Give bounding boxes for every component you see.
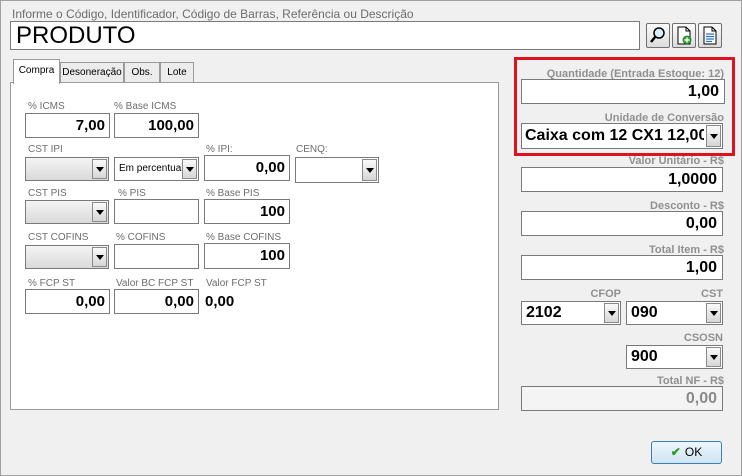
cenq-select[interactable] xyxy=(295,157,379,183)
desconto-input[interactable]: 0,00 xyxy=(521,211,723,236)
chevron-down-icon[interactable] xyxy=(362,159,377,181)
quantidade-input[interactable]: 1,00 xyxy=(521,79,725,104)
total-item-input[interactable]: 1,00 xyxy=(521,255,723,280)
valor-unitario-input[interactable]: 1,0000 xyxy=(521,167,723,192)
ipi-mode-value: Em percentual xyxy=(119,163,184,174)
checkmark-icon: ✔ xyxy=(670,445,681,459)
cofins-input[interactable] xyxy=(114,244,199,269)
valor-fcp-st-value: 0,00 xyxy=(205,293,235,310)
chevron-down-icon[interactable] xyxy=(182,159,197,179)
chevron-down-icon[interactable] xyxy=(706,303,721,323)
cfop-label: CFOP xyxy=(590,288,621,300)
cst-value: 090 xyxy=(631,304,658,321)
chevron-down-icon[interactable] xyxy=(92,247,107,267)
valor-bc-fcp-st-label: Valor BC FCP ST xyxy=(116,278,194,289)
ipi-input[interactable]: 0,00 xyxy=(204,155,290,181)
add-document-icon xyxy=(677,26,692,45)
pis-input[interactable] xyxy=(114,199,199,224)
csosn-value: 900 xyxy=(631,348,658,365)
search-instruction-label: Informe o Código, Identificador, Código … xyxy=(12,7,414,21)
add-product-button[interactable] xyxy=(672,23,696,48)
pis-label: % PIS xyxy=(118,188,146,199)
base-cofins-label: % Base COFINS xyxy=(206,232,282,243)
chevron-down-icon[interactable] xyxy=(706,347,721,367)
unidade-conversao-select[interactable]: Caixa com 12 CX1 12,00 xyxy=(521,123,723,149)
unidade-conversao-value: Caixa com 12 CX1 12,00 xyxy=(525,127,704,144)
cfop-value: 2102 xyxy=(526,304,562,321)
search-icon xyxy=(650,27,665,43)
base-icms-label: % Base ICMS xyxy=(114,101,177,112)
valor-bc-fcp-st-input[interactable]: 0,00 xyxy=(114,289,199,314)
icms-label: % ICMS xyxy=(28,101,65,112)
icms-input[interactable]: 7,00 xyxy=(25,113,110,138)
csosn-label: CSOSN xyxy=(683,332,723,344)
chevron-down-icon[interactable] xyxy=(92,159,107,179)
base-pis-label: % Base PIS xyxy=(206,188,260,199)
csosn-select[interactable]: 900 xyxy=(626,345,723,369)
cofins-label: % COFINS xyxy=(116,232,166,243)
ipi-label: % IPI: xyxy=(206,144,233,155)
cfop-select[interactable]: 2102 xyxy=(521,301,621,325)
base-icms-input[interactable]: 100,00 xyxy=(114,113,199,138)
chevron-down-icon[interactable] xyxy=(706,125,721,147)
product-search-input[interactable]: PRODUTO xyxy=(10,21,640,50)
ipi-mode-select[interactable]: Em percentual xyxy=(114,157,199,181)
base-pis-input[interactable]: 100 xyxy=(204,199,290,224)
cst-label: CST xyxy=(701,288,723,300)
valor-fcp-st-label: Valor FCP ST xyxy=(206,278,267,289)
cst-pis-select[interactable] xyxy=(25,200,109,224)
tab-obs[interactable]: Obs. xyxy=(124,62,160,83)
base-cofins-input[interactable]: 100 xyxy=(204,243,290,269)
valor-unitario-label: Valor Unitário - R$ xyxy=(628,155,724,167)
cst-ipi-select[interactable] xyxy=(25,157,109,181)
cst-cofins-select[interactable] xyxy=(25,245,109,269)
ok-button-label: OK xyxy=(684,445,703,459)
document-list-icon xyxy=(703,26,717,45)
cenq-label: CENQ: xyxy=(296,144,328,155)
cst-select[interactable]: 090 xyxy=(626,301,723,325)
cst-cofins-label: CST COFINS xyxy=(28,232,89,243)
search-button[interactable] xyxy=(646,23,670,48)
chevron-down-icon[interactable] xyxy=(92,202,107,222)
cst-ipi-label: CST IPI xyxy=(28,144,63,155)
product-details-button[interactable] xyxy=(698,23,722,48)
fcp-st-label: % FCP ST xyxy=(28,278,76,289)
cst-pis-label: CST PIS xyxy=(28,188,67,199)
total-nf-input: 0,00 xyxy=(521,386,723,411)
tab-desoneracao[interactable]: Desoneração xyxy=(60,62,124,83)
fcp-st-input[interactable]: 0,00 xyxy=(25,289,110,314)
tab-lote[interactable]: Lote xyxy=(160,62,194,83)
chevron-down-icon[interactable] xyxy=(604,303,619,323)
tab-compra[interactable]: Compra xyxy=(13,59,60,84)
ok-button[interactable]: ✔ OK xyxy=(651,441,722,464)
